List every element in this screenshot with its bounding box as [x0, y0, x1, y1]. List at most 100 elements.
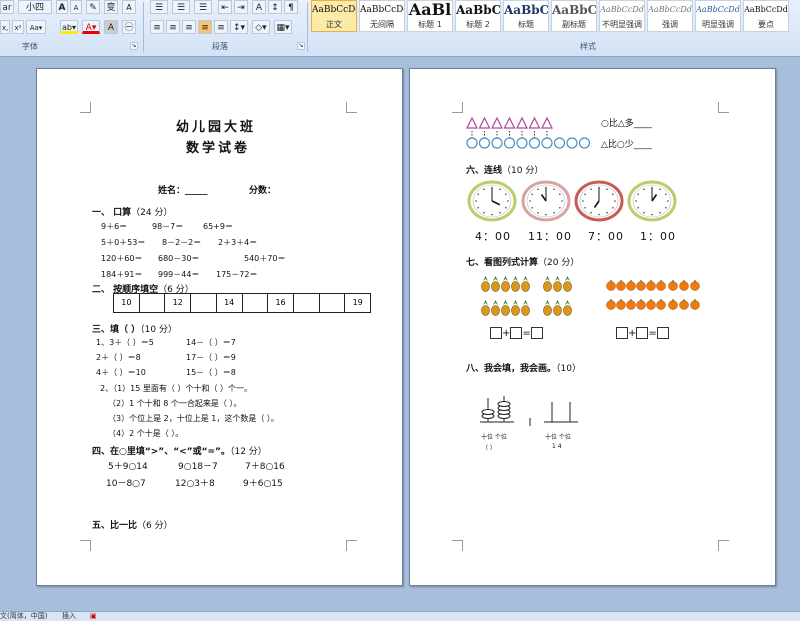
chinese-layout-button[interactable]: A — [252, 0, 266, 14]
sequence-cell[interactable]: 16 — [268, 294, 294, 312]
pineapple-icon — [553, 300, 562, 316]
show-marks-button[interactable]: ¶ — [284, 0, 298, 14]
font-color-button[interactable]: A▾ — [82, 20, 100, 34]
orange-icon — [606, 280, 616, 291]
answer-box[interactable] — [530, 327, 543, 339]
clock-face[interactable] — [521, 180, 571, 222]
sequence-cell[interactable] — [320, 294, 346, 312]
triangle-shape — [516, 116, 528, 129]
style-option[interactable]: AaBbC 标题 — [503, 0, 549, 32]
orange-icon — [668, 299, 678, 310]
sequence-cell[interactable] — [140, 294, 166, 312]
shrink-font-button[interactable]: A — [70, 0, 82, 14]
style-option[interactable]: AaBbCcDd 要点 — [743, 0, 789, 32]
enclosed-char-button[interactable]: ㊀ — [122, 20, 136, 34]
sequence-cell[interactable] — [243, 294, 269, 312]
circle-shape — [466, 137, 478, 149]
answer-box[interactable] — [616, 327, 628, 339]
style-option[interactable]: AaBbC 标题 2 — [455, 0, 501, 32]
align-left-button[interactable]: ≡ — [150, 20, 164, 34]
borders-button[interactable]: ▦▾ — [274, 20, 292, 34]
increase-indent-button[interactable]: ⇥ — [234, 0, 248, 14]
shading-button[interactable]: ◇▾ — [252, 20, 270, 34]
sequence-cell[interactable] — [191, 294, 217, 312]
sequence-cell[interactable]: 19 — [345, 294, 370, 312]
font-group-label: 字体 — [22, 42, 38, 51]
answer-box[interactable] — [656, 327, 669, 339]
pineapple-icon — [521, 300, 530, 316]
clock-face[interactable] — [627, 180, 677, 222]
sequence-cell[interactable]: 12 — [165, 294, 192, 312]
align-right-button[interactable]: ≡ — [182, 20, 196, 34]
arithmetic-problem: 184＋91＝ — [101, 270, 143, 279]
change-case-button[interactable]: Aa▾ — [26, 20, 46, 34]
bullets-button[interactable]: ☰ — [150, 0, 168, 14]
font-name-box[interactable]: ar — [0, 0, 14, 14]
font-dialog-launcher[interactable]: ↘ — [130, 42, 138, 50]
style-name: 不明显强调 — [602, 20, 642, 29]
circle-shape — [528, 137, 541, 149]
clock-face[interactable] — [467, 180, 517, 222]
styles-gallery: AaBbCcDc 正文 AaBbCcDc 无间隔 AaBl 标题 1 AaBbC 标题 2 Aa… — [311, 0, 791, 34]
number-sequence-grid: 10 12 14 16 19 — [113, 293, 371, 313]
pineapple-icon — [563, 300, 572, 316]
phonetic-guide-icon[interactable]: 变 — [104, 0, 118, 14]
highlight-color-button[interactable]: ab▾ — [60, 20, 78, 34]
answer-box[interactable] — [490, 327, 502, 339]
font-size-box[interactable]: 小四 — [18, 0, 52, 14]
justify-button[interactable]: ≡ — [198, 20, 212, 34]
style-option[interactable]: AaBbCcDd 强调 — [647, 0, 693, 32]
distributed-button[interactable]: ≡ — [214, 20, 228, 34]
orange-icon — [646, 299, 656, 310]
style-name: 要点 — [758, 20, 774, 29]
answer-box[interactable] — [510, 327, 523, 339]
char-border-icon[interactable]: A — [122, 0, 136, 14]
compare-problem: 9○18－7 — [178, 462, 218, 472]
style-option[interactable]: AaBbCcDd 明显强调 — [695, 0, 741, 32]
style-option[interactable]: AaBbCcDc 无间隔 — [359, 0, 405, 32]
orange-icon — [679, 299, 689, 310]
style-option[interactable]: AaBbCcDc 正文 — [311, 0, 357, 32]
orange-icon — [636, 299, 646, 310]
section-8-title: 八、我会填，我会画。（10） — [466, 364, 581, 374]
decrease-indent-button[interactable]: ⇤ — [218, 0, 232, 14]
circle-shape — [516, 137, 528, 149]
sequence-cell[interactable]: 10 — [114, 294, 140, 312]
pineapple-icon — [491, 300, 500, 316]
style-option[interactable]: AaBl 标题 1 — [407, 0, 453, 32]
answer-box[interactable] — [636, 327, 649, 339]
char-shading-button[interactable]: A — [104, 20, 118, 34]
style-name: 标题 2 — [466, 20, 490, 29]
orange-icon — [636, 280, 646, 291]
style-name: 强调 — [662, 20, 678, 29]
style-sample: AaBbCcDd — [696, 5, 740, 14]
section-6-title: 六、连线（10 分） — [466, 166, 544, 176]
paragraph-dialog-launcher[interactable]: ↘ — [297, 42, 305, 50]
fill-blank-statement: （4）2 个十是（ ）。 — [108, 429, 184, 438]
style-option[interactable]: AaBbCcDd 不明显强调 — [599, 0, 645, 32]
paragraph-group-label: 段落 — [212, 42, 228, 51]
section-4-title: 四、在○里填“>”、“<”或“=”。（12 分） — [92, 447, 267, 457]
triangle-shape — [491, 116, 503, 129]
orange-icon — [626, 299, 636, 310]
style-name: 标题 1 — [418, 20, 442, 29]
line-spacing-button[interactable]: ↕▾ — [230, 20, 248, 34]
sort-button[interactable]: ↕ — [268, 0, 282, 14]
compare-problem: 12○3＋8 — [175, 479, 215, 489]
exam-title-line2: 数学试卷 — [186, 141, 251, 156]
superscript-button[interactable]: x² — [12, 20, 24, 34]
arithmetic-problem: 5＋0＋53＝ — [101, 238, 146, 247]
sequence-cell[interactable] — [294, 294, 320, 312]
pineapple-icon — [501, 300, 510, 316]
multilevel-list-button[interactable]: ☰ — [194, 0, 212, 14]
triangle-shape — [541, 116, 553, 129]
clear-format-icon[interactable]: ✎ — [86, 0, 100, 14]
clock-face[interactable] — [574, 180, 624, 222]
subscript-button[interactable]: x, — [0, 20, 10, 34]
align-center-button[interactable]: ≡ — [166, 20, 180, 34]
numbering-button[interactable]: ☰ — [172, 0, 190, 14]
style-option[interactable]: AaBbC 副标题 — [551, 0, 597, 32]
style-name: 无间隔 — [370, 20, 394, 29]
grow-font-button[interactable]: A — [56, 0, 68, 14]
sequence-cell[interactable]: 14 — [217, 294, 243, 312]
